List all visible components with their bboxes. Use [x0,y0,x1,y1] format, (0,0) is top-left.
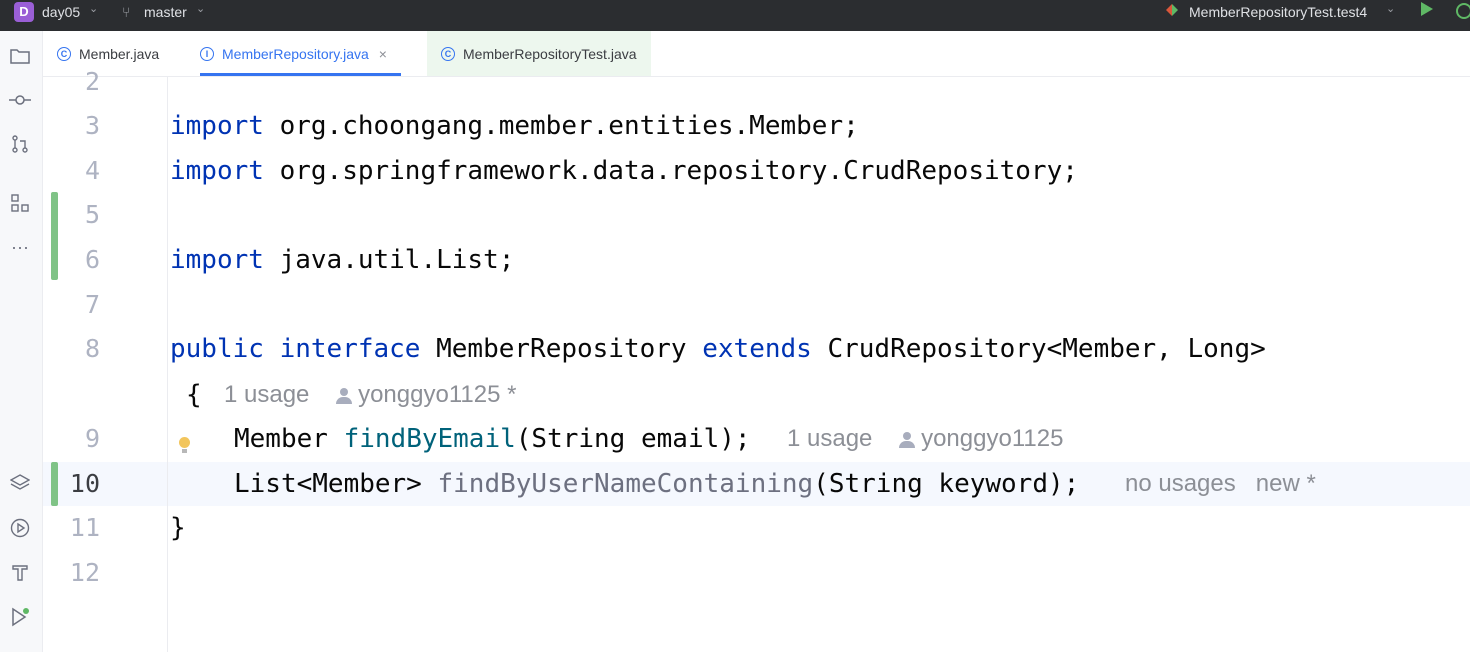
interface-name: MemberRepository [420,334,703,364]
branch-name[interactable]: master [144,3,187,21]
tab-member-repository-test-java[interactable]: C MemberRepositoryTest.java [427,31,651,76]
keyword: import [170,245,264,275]
gutter-separator [167,77,168,652]
branch-icon: ⑂ [122,4,131,20]
code-text: org.choongang.member.entities.Member; [263,111,859,141]
structure-icon[interactable] [8,191,32,215]
code-line-8-brace: { [186,380,202,410]
code-line-9[interactable]: Member findByEmail(String email); [234,417,751,461]
line-number: 3 [84,111,100,140]
inlay-hint[interactable]: 1 usage yonggyo1125 [787,417,1063,461]
keyword: public [170,334,264,364]
close-icon[interactable]: × [379,46,387,62]
tool-window-strip: ··· [0,31,43,652]
code-line-11[interactable]: } [170,506,186,550]
commit-icon[interactable] [8,88,32,112]
return-type: List<Member> [234,469,438,499]
line-number: 8 [84,334,100,363]
author-hint[interactable]: yonggyo1125 [921,425,1063,452]
code-line-4[interactable]: import org.springframework.data.reposito… [170,149,1078,193]
tab-label: MemberRepositoryTest.java [463,45,637,62]
code-text: CrudRepository<Member, Long> [811,334,1266,364]
line-number: 2 [84,67,100,96]
run-icon[interactable] [1421,2,1433,16]
author-icon [899,431,916,448]
vcs-change-marker[interactable] [51,192,58,280]
project-chevron-down-icon[interactable]: ⌄ [89,2,98,15]
project-folder-icon[interactable] [8,44,32,68]
usage-hint[interactable]: 1 usage [787,425,872,452]
line-number: 12 [69,558,100,587]
test-class-icon: C [441,46,455,61]
project-name[interactable]: day05 [42,3,80,21]
code-line-10[interactable]: List<Member> findByUserNameContaining(St… [234,462,1079,506]
line-number: 11 [69,513,100,542]
project-badge[interactable]: D [14,2,34,22]
line-number: 9 [84,424,100,453]
code-line-3[interactable]: import org.choongang.member.entities.Mem… [170,104,859,148]
title-bar: D day05 ⌄ ⑂ master ⌄ MemberRepositoryTes… [0,0,1470,31]
terminal-icon[interactable] [8,561,32,585]
tab-label: MemberRepository.java [222,45,369,62]
services-icon[interactable] [8,516,32,540]
layers-icon[interactable] [8,471,32,495]
editor-tab-bar: C Member.java I MemberRepository.java × … [43,31,1470,77]
run-configuration[interactable]: MemberRepositoryTest.test4 [1189,3,1367,21]
usage-hint[interactable]: no usages [1125,470,1236,497]
run-tool-icon[interactable] [8,605,32,629]
method-name: findByUserNameContaining [437,469,814,499]
return-type: Member [234,424,344,454]
lightbulb-icon[interactable] [179,437,190,453]
author-icon [336,387,353,404]
method-name: findByEmail [343,424,516,454]
keyword: extends [702,334,812,364]
line-number: 4 [84,156,100,185]
code-line-8[interactable]: public interface MemberRepository extend… [170,327,1266,371]
line-number: 6 [84,245,100,274]
inlay-hint[interactable]: 1 usage yonggyo1125 * [224,373,516,417]
debug-icon[interactable] [1456,3,1470,19]
branch-chevron-down-icon[interactable]: ⌄ [196,2,205,15]
code-text: (String keyword); [813,469,1080,499]
code-line-6[interactable]: import java.util.List; [170,238,514,282]
new-hint[interactable]: new * [1256,470,1316,497]
usage-hint[interactable]: 1 usage [224,381,309,408]
line-number: 7 [84,290,100,319]
inlay-hint[interactable]: no usages new * [1125,462,1316,506]
keyword: import [170,111,264,141]
tab-member-repository-java[interactable]: I MemberRepository.java × [200,31,401,76]
more-tools-icon[interactable]: ··· [8,235,32,259]
code-text: org.springframework.data.repository.Crud… [263,156,1078,186]
vcs-change-marker[interactable] [51,462,58,506]
line-number-current: 10 [69,469,100,498]
author-hint[interactable]: yonggyo1125 * [358,381,516,408]
run-config-chevron-down-icon[interactable]: ⌄ [1386,2,1395,15]
keyword: interface [279,334,421,364]
code-text: java.util.List; [263,245,515,275]
keyword: import [170,156,264,186]
pull-requests-icon[interactable] [8,132,32,156]
interface-icon: I [200,46,214,61]
code-text: (String email); [515,424,751,454]
run-config-icon [1166,4,1178,16]
line-number: 5 [84,200,100,229]
active-tab-indicator [200,73,401,76]
class-icon: C [57,46,71,61]
